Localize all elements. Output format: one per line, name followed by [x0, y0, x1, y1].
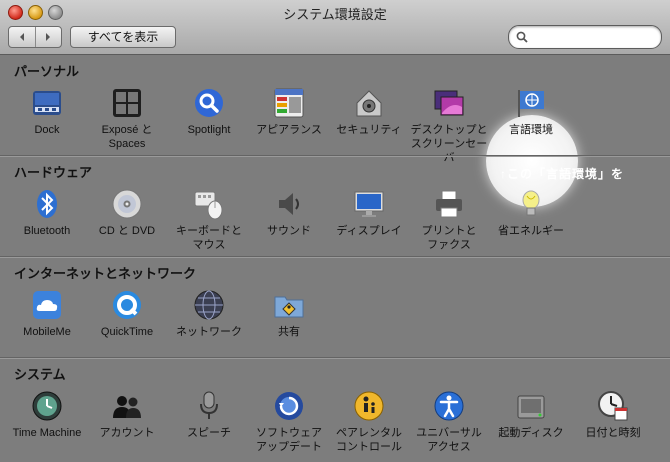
network-globe-icon [194, 290, 224, 320]
pref-quicktime[interactable]: QuickTime [84, 289, 170, 339]
pref-label: Time Machine [12, 427, 82, 439]
pref-security[interactable]: セキュリティ [326, 87, 412, 137]
pref-label: Dock [34, 124, 60, 136]
pref-spotlight[interactable]: Spotlight [166, 87, 252, 137]
pref-label: MobileMe [23, 326, 71, 338]
pref-startup-disk[interactable]: 起動ディスク [488, 390, 574, 440]
pref-label: 起動ディスク [498, 427, 564, 439]
lightbulb-icon [522, 190, 540, 216]
appearance-icon [274, 88, 304, 118]
speaker-icon [279, 193, 299, 215]
section-system: システム Time Machine アカウント スピーチ ソフトウェア アップデ… [0, 358, 670, 462]
search-field[interactable] [508, 25, 662, 49]
display-icon [354, 191, 384, 217]
cloud-icon [33, 291, 61, 319]
pref-label: セキュリティ [336, 124, 402, 136]
pref-label: ペアレンタル コントロール [336, 427, 402, 453]
pref-label: 日付と時刻 [585, 427, 641, 439]
pref-appearance[interactable]: アピアランス [246, 87, 332, 137]
pref-sound[interactable]: サウンド [246, 188, 332, 238]
pref-label: ソフトウェア アップデート [256, 427, 322, 453]
pref-network[interactable]: ネットワーク [166, 289, 252, 339]
pref-label: CD と DVD [98, 225, 156, 237]
startup-disk-icon [517, 395, 545, 419]
pref-keyboard-mouse[interactable]: キーボードと マウス [166, 188, 252, 252]
forward-button[interactable] [34, 27, 62, 47]
system-preferences-window: システム環境設定 すべてを表示 パーソナル Dock Exposé と Spac… [0, 0, 670, 462]
keyboard-mouse-icon [194, 191, 223, 220]
pref-time-machine[interactable]: Time Machine [4, 390, 90, 440]
bluetooth-icon [37, 190, 57, 218]
window-title: システム環境設定 [283, 7, 387, 22]
pref-dock[interactable]: Dock [4, 87, 90, 137]
preferences-content: パーソナル Dock Exposé と Spaces Spotlight アピア… [0, 55, 670, 462]
annotation-text: ↑この「言語環境」を [500, 167, 625, 181]
section-internet-network: インターネットとネットワーク MobileMe QuickTime ネットワーク… [0, 257, 670, 357]
pref-label: ユニバーサル アクセス [416, 427, 482, 453]
pref-label: Spotlight [187, 124, 231, 136]
section-title-hardware: ハードウェア [14, 165, 93, 180]
pref-energy-saver[interactable]: 省エネルギー [488, 188, 574, 238]
show-all-button[interactable]: すべてを表示 [70, 26, 176, 48]
accounts-icon [113, 396, 141, 418]
chevron-right-icon [46, 33, 51, 41]
pref-parental-controls[interactable]: ペアレンタル コントロール [326, 390, 412, 454]
pref-label: 共有 [278, 326, 300, 338]
cd-dvd-icon [112, 189, 142, 219]
software-update-icon [275, 392, 303, 420]
search-icon [516, 31, 528, 43]
pref-date-time[interactable]: 日付と時刻 [570, 390, 656, 440]
back-forward-control [8, 26, 62, 48]
printer-icon [436, 190, 462, 218]
quicktime-icon [113, 291, 141, 319]
universal-access-icon [434, 391, 464, 421]
pref-label: アピアランス [256, 124, 322, 136]
time-machine-icon [32, 391, 62, 421]
pref-expose-spaces[interactable]: Exposé と Spaces [84, 87, 170, 151]
expose-icon [113, 89, 141, 117]
sharing-folder-icon [274, 296, 304, 318]
pref-label: プリントと ファクス [421, 225, 477, 251]
pref-label: 言語環境 [509, 124, 553, 136]
desktop-icon [434, 90, 464, 116]
pref-label: QuickTime [100, 326, 154, 338]
pref-accounts[interactable]: アカウント [84, 390, 170, 440]
section-title-personal: パーソナル [14, 64, 80, 79]
pref-label: Exposé と Spaces [101, 124, 153, 150]
language-flag-icon [518, 90, 544, 117]
pref-sharing[interactable]: 共有 [246, 289, 332, 339]
section-title-internet-network: インターネットとネットワーク [14, 266, 197, 281]
pref-mobileme[interactable]: MobileMe [4, 289, 90, 339]
spotlight-icon [195, 89, 223, 117]
pref-label: キーボードと マウス [176, 225, 242, 251]
pref-speech[interactable]: スピーチ [166, 390, 252, 440]
pref-label: サウンド [267, 225, 311, 237]
pref-cd-dvd[interactable]: CD と DVD [84, 188, 170, 238]
pref-label: Bluetooth [23, 225, 71, 237]
security-house-icon [356, 90, 382, 117]
back-button[interactable] [9, 27, 35, 47]
pref-label: 省エネルギー [498, 225, 564, 237]
pref-print-fax[interactable]: プリントと ファクス [406, 188, 492, 252]
dock-icon [33, 91, 61, 115]
pref-label: ディスプレイ [336, 225, 402, 237]
date-time-icon [598, 391, 628, 421]
pref-label: アカウント [99, 427, 155, 439]
pref-display[interactable]: ディスプレイ [326, 188, 412, 238]
microphone-icon [200, 391, 218, 419]
parental-controls-icon [354, 391, 384, 421]
pref-desktop-screensaver[interactable]: デスクトップと スクリーンセーバ [406, 87, 492, 165]
section-title-system: システム [14, 367, 66, 382]
pref-software-update[interactable]: ソフトウェア アップデート [246, 390, 332, 454]
pref-bluetooth[interactable]: Bluetooth [4, 188, 90, 238]
pref-label: ネットワーク [176, 326, 242, 338]
pref-language[interactable]: 言語環境 [488, 87, 574, 137]
chevron-left-icon [19, 33, 24, 41]
pref-label: スピーチ [187, 427, 231, 439]
section-personal: パーソナル Dock Exposé と Spaces Spotlight アピア… [0, 55, 670, 164]
toolbar: システム環境設定 すべてを表示 [0, 0, 670, 55]
pref-universal-access[interactable]: ユニバーサル アクセス [406, 390, 492, 454]
